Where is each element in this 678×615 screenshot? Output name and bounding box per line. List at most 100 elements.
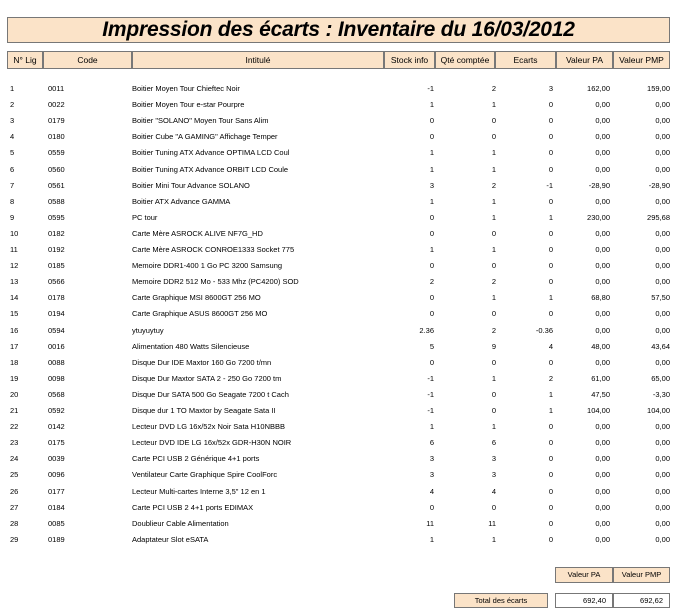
- cell-line-number: 9: [10, 212, 15, 222]
- cell-qty-counted: 0: [491, 502, 496, 512]
- cell-stock-info: 1: [429, 245, 434, 254]
- cell-value-pmp: 0,00: [655, 132, 670, 142]
- cell-stock-info: 1: [429, 164, 434, 174]
- cell-code: 0142: [48, 422, 65, 432]
- cell-qty-counted: 2: [491, 325, 496, 335]
- cell-code: 0022: [48, 100, 65, 110]
- cell-value-pmp: -3,30: [652, 389, 670, 399]
- table-row: 29 0189 Adaptateur Slot eSATA 1 1 0 0,00 0,00: [0, 532, 678, 548]
- cell-value-pa: -28,90: [588, 180, 610, 190]
- cell-value-pa: 0,00: [595, 502, 610, 512]
- cell-stock-info: 0: [429, 309, 434, 319]
- cell-gap: 0: [548, 196, 553, 206]
- cell-stock-info: 1: [429, 534, 434, 544]
- cell-label: Ventilateur Carte Graphique Spire CoolFo…: [132, 470, 278, 480]
- totals-header-pmp: Valeur PMP: [613, 567, 670, 583]
- table-row: 12 0185 Memoire DDR1-400 1 Go PC 3200 Sams…: [0, 258, 678, 274]
- cell-line-number: 12: [10, 261, 19, 271]
- table-row: 22 0142 Lecteur DVD LG 16x/52x Noir Sata H…: [0, 419, 678, 435]
- cell-qty-counted: 0: [491, 357, 496, 367]
- totals-value-pmp: 692,62: [613, 593, 670, 608]
- cell-stock-info: 0: [429, 357, 434, 367]
- header-code: Code: [43, 51, 132, 69]
- cell-value-pa: 0,00: [595, 277, 610, 287]
- table-row: 26 0177 Lecteur Multi-cartes Interne 3,5" …: [0, 484, 678, 500]
- cell-stock-info: 6: [429, 438, 434, 448]
- cell-label: Lecteur Multi-cartes Interne 3,5" 12 en …: [132, 486, 266, 496]
- cell-label: Carte PCI USB 2 Générique 4+1 ports: [132, 454, 260, 464]
- cell-stock-info: -1: [427, 373, 434, 383]
- cell-stock-info: -1: [427, 406, 434, 415]
- cell-stock-info: -1: [427, 389, 434, 399]
- table-row: 27 0184 Carte PCI USB 2 4+1 ports EDIMAX 0 0…: [0, 500, 678, 516]
- table-row: 10 0182 Carte Mère ASROCK ALIVE NF7G_HD 0 0 0…: [0, 226, 678, 242]
- cell-line-number: 2: [10, 100, 15, 110]
- cell-code: 0568: [48, 389, 65, 399]
- cell-gap: 1: [548, 389, 553, 399]
- cell-code: 0098: [48, 373, 65, 383]
- cell-label: Boitier Moyen Tour e-star Pourpre: [132, 100, 245, 110]
- cell-value-pa: 0,00: [595, 486, 610, 496]
- cell-stock-info: 3: [429, 180, 434, 190]
- cell-value-pmp: 0,00: [655, 534, 670, 544]
- table-row: 11 0192 Carte Mère ASROCK CONROE1333 Socke…: [0, 242, 678, 258]
- cell-value-pmp: 0,00: [655, 309, 670, 319]
- cell-value-pa: 47,50: [591, 389, 610, 399]
- cell-value-pmp: 0,00: [655, 325, 670, 335]
- table-row: 19 0098 Disque Dur Maxtor SATA 2 - 250 Go …: [0, 371, 678, 387]
- cell-value-pmp: 0,00: [655, 454, 670, 464]
- cell-value-pmp: 0,00: [655, 228, 670, 238]
- cell-value-pmp: 0,00: [655, 357, 670, 367]
- cell-label: Boitier Cube "A GAMING" Affichage Temper: [132, 132, 278, 142]
- cell-code: 0088: [48, 357, 65, 367]
- cell-qty-counted: 1: [491, 373, 496, 383]
- table-row: 21 0592 Disque dur 1 TO Maxtor by Seagate …: [0, 403, 678, 419]
- cell-stock-info: 11: [426, 518, 434, 528]
- cell-value-pmp: 0,00: [655, 100, 670, 110]
- table-row: 25 0096 Ventilateur Carte Graphique Spire …: [0, 467, 678, 483]
- cell-value-pa: 0,00: [595, 132, 610, 142]
- cell-line-number: 21: [10, 406, 19, 415]
- table-row: 9 0595 PC tour 0 1 1 230,00 295,68: [0, 210, 678, 226]
- table-row: 6 0560 Boitier Tuning ATX Advance ORBIT LC…: [0, 162, 678, 178]
- cell-value-pmp: 295,68: [647, 212, 670, 222]
- cell-line-number: 4: [10, 132, 15, 142]
- cell-qty-counted: 1: [491, 245, 496, 254]
- cell-qty-counted: 0: [491, 228, 496, 238]
- cell-value-pmp: 0,00: [655, 470, 670, 480]
- cell-label: Carte Graphique MSI 8600GT 256 MO: [132, 293, 261, 303]
- cell-qty-counted: 0: [491, 116, 496, 126]
- cell-label: Carte PCI USB 2 4+1 ports EDIMAX: [132, 502, 254, 512]
- cell-qty-counted: 0: [491, 406, 496, 415]
- cell-value-pa: 0,00: [595, 245, 610, 254]
- cell-label: Boitier Mini Tour Advance SOLANO: [132, 180, 250, 190]
- cell-qty-counted: 3: [491, 454, 496, 464]
- cell-qty-counted: 2: [491, 180, 496, 190]
- cell-line-number: 25: [10, 470, 19, 480]
- cell-qty-counted: 0: [491, 132, 496, 142]
- cell-label: Disque Dur Maxtor SATA 2 - 250 Go 7200 t…: [132, 373, 282, 383]
- cell-code: 0011: [48, 84, 65, 93]
- cell-code: 0179: [48, 116, 65, 126]
- cell-label: Carte Graphique ASUS 8600GT 256 MO: [132, 309, 268, 319]
- cell-line-number: 17: [10, 341, 19, 351]
- header-qty-counted: Qté comptée: [435, 51, 495, 69]
- cell-stock-info: 3: [429, 470, 434, 480]
- cell-value-pa: 104,00: [587, 406, 610, 415]
- cell-stock-info: 0: [429, 293, 434, 303]
- cell-code: 0594: [48, 325, 65, 335]
- cell-label: Disque Dur SATA 500 Go Seagate 7200 t Ca…: [132, 389, 289, 399]
- cell-value-pa: 0,00: [595, 534, 610, 544]
- cell-gap: 0: [548, 261, 553, 271]
- cell-value-pa: 0,00: [595, 164, 610, 174]
- cell-qty-counted: 1: [491, 422, 496, 432]
- header-stock-info: Stock info: [384, 51, 435, 69]
- cell-gap: 0: [548, 309, 553, 319]
- table-row: 14 0178 Carte Graphique MSI 8600GT 256 MO 0…: [0, 290, 678, 306]
- cell-label: Memoire DDR2 512 Mo - 533 Mhz (PC4200) S…: [132, 277, 299, 287]
- cell-line-number: 18: [10, 357, 19, 367]
- cell-stock-info: 1: [429, 196, 434, 206]
- cell-label: Boitier Tuning ATX Advance ORBIT LCD Cou…: [132, 164, 289, 174]
- cell-line-number: 26: [10, 486, 19, 496]
- cell-gap: 3: [548, 84, 553, 93]
